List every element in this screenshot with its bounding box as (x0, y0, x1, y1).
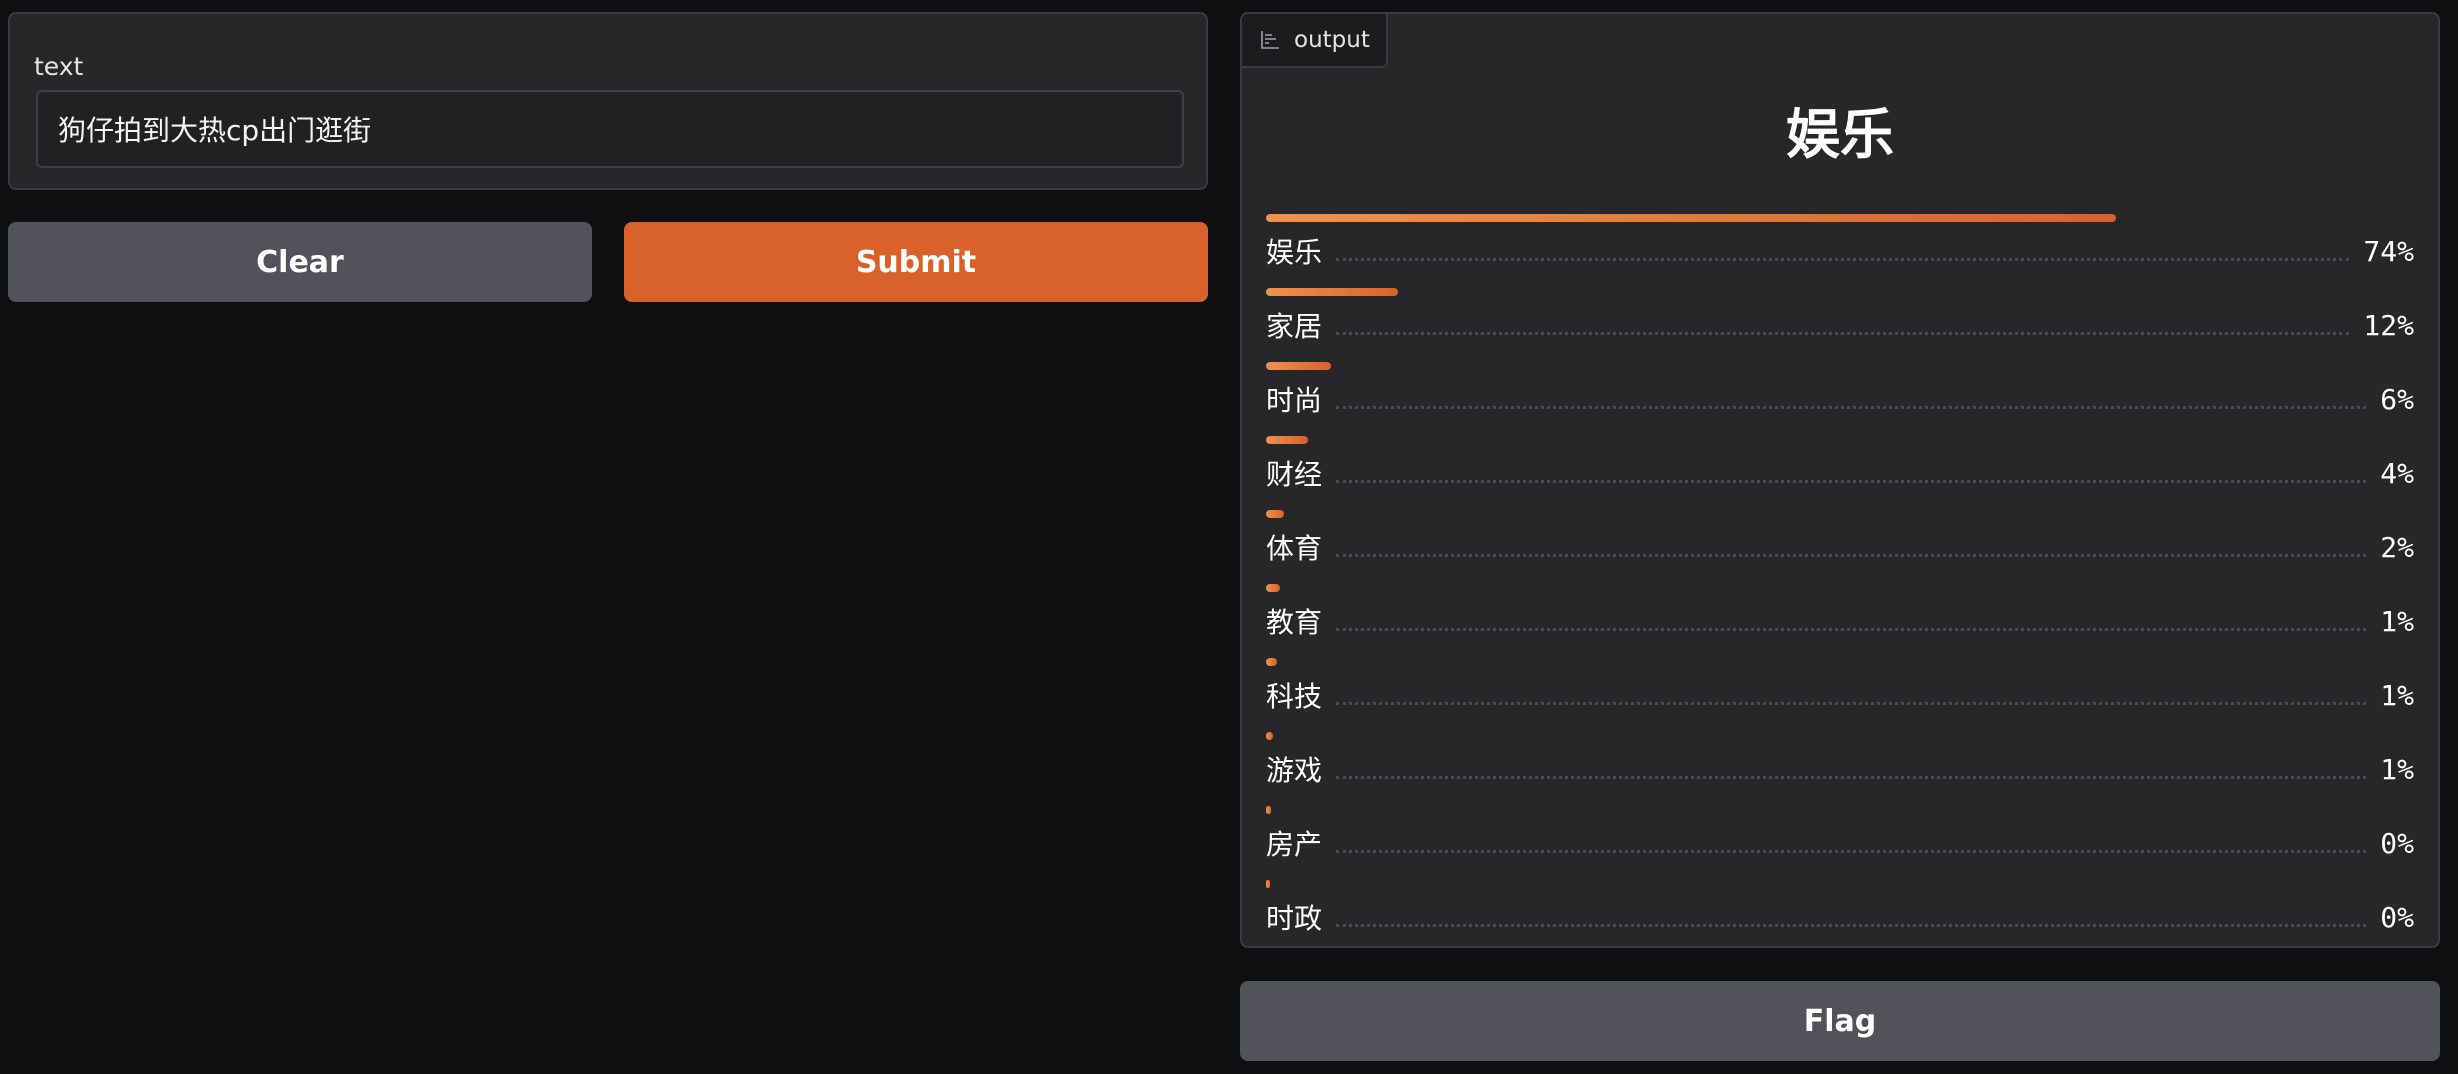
confidence-bar (1266, 214, 2116, 222)
confidence-bar-track (1266, 806, 2414, 814)
confidence-list: 娱乐 74% 家居 12% 时尚 6% 财经 4% 体育 2% 教育 1% 科技 1% 游戏 1% 房产 0% 时政… (1266, 204, 2414, 944)
confidence-row: 娱乐 74% (1266, 204, 2414, 278)
confidence-class-label: 教育 (1266, 606, 1323, 639)
confidence-bar (1266, 584, 1280, 592)
confidence-bar (1266, 288, 1399, 296)
confidence-row: 家居 12% (1266, 278, 2414, 352)
confidence-bar (1266, 362, 1332, 370)
confidence-bar (1266, 880, 1270, 888)
confidence-class-label: 游戏 (1266, 754, 1323, 787)
confidence-percent: 12% (2363, 308, 2414, 342)
output-tab-label: output (1294, 27, 1370, 53)
confidence-percent: 4% (2380, 456, 2414, 490)
confidence-bar-track (1266, 584, 2414, 592)
confidence-bar (1266, 436, 1309, 444)
confidence-row: 财经 4% (1266, 426, 2414, 500)
output-tab: output (1242, 14, 1388, 68)
dotted-leader (1336, 627, 2367, 631)
confidence-row: 时政 0% (1266, 870, 2414, 944)
confidence-bar-track (1266, 362, 2414, 370)
confidence-percent: 0% (2380, 900, 2414, 934)
dotted-leader (1336, 257, 2350, 261)
confidence-bar-track (1266, 288, 2414, 296)
text-input-label: text (34, 52, 84, 81)
confidence-bar-track (1266, 880, 2414, 888)
confidence-percent: 1% (2380, 752, 2414, 786)
dotted-leader (1336, 775, 2367, 779)
dotted-leader (1336, 923, 2367, 927)
dotted-leader (1336, 331, 2350, 335)
confidence-percent: 74% (2363, 234, 2414, 268)
confidence-bar-track (1266, 510, 2414, 518)
confidence-percent: 1% (2380, 678, 2414, 712)
text-input-panel: text (8, 12, 1208, 190)
dotted-leader (1336, 553, 2367, 557)
flag-button[interactable]: Flag (1240, 981, 2440, 1061)
output-panel: output 娱乐 娱乐 74% 家居 12% 时尚 6% 财经 4% 体育 2% 教育 1% 科技 1%… (1240, 12, 2440, 948)
confidence-class-label: 财经 (1266, 458, 1323, 491)
confidence-percent: 2% (2380, 530, 2414, 564)
confidence-row: 科技 1% (1266, 648, 2414, 722)
confidence-class-label: 房产 (1266, 828, 1323, 861)
confidence-class-label: 家居 (1266, 310, 1323, 343)
confidence-class-label: 娱乐 (1266, 236, 1323, 269)
confidence-class-label: 时尚 (1266, 384, 1323, 417)
confidence-bar (1266, 658, 1278, 666)
confidence-class-label: 体育 (1266, 532, 1323, 565)
confidence-percent: 6% (2380, 382, 2414, 416)
confidence-class-label: 时政 (1266, 902, 1323, 935)
submit-button[interactable]: Submit (624, 222, 1208, 302)
confidence-bar (1266, 732, 1273, 740)
dotted-leader (1336, 701, 2367, 705)
confidence-bar (1266, 510, 1285, 518)
confidence-class-label: 科技 (1266, 680, 1323, 713)
dotted-leader (1336, 849, 2367, 853)
confidence-percent: 1% (2380, 604, 2414, 638)
confidence-bar-track (1266, 732, 2414, 740)
clear-button[interactable]: Clear (8, 222, 592, 302)
confidence-row: 体育 2% (1266, 500, 2414, 574)
confidence-bar-track (1266, 436, 2414, 444)
predicted-label: 娱乐 (1786, 103, 1894, 166)
dotted-leader (1336, 479, 2367, 483)
confidence-percent: 0% (2380, 826, 2414, 860)
confidence-row: 教育 1% (1266, 574, 2414, 648)
confidence-row: 游戏 1% (1266, 722, 2414, 796)
confidence-bar (1266, 806, 1271, 814)
confidence-row: 时尚 6% (1266, 352, 2414, 426)
confidence-bar-track (1266, 214, 2414, 222)
text-input-field[interactable] (36, 90, 1184, 168)
dotted-leader (1336, 405, 2367, 409)
confidence-bar-track (1266, 658, 2414, 666)
confidence-row: 房产 0% (1266, 796, 2414, 870)
bar-chart-icon (1260, 30, 1280, 50)
